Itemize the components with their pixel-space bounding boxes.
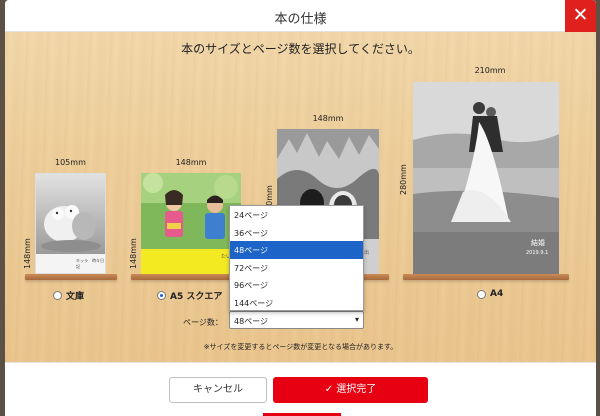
check-icon: ✓ — [324, 384, 334, 395]
a4-cover-image[interactable]: 結婚 2019.9.1 — [413, 82, 559, 274]
a5-square-option-label: A5 スクエア — [170, 292, 223, 302]
page-option[interactable]: 24ページ — [230, 206, 363, 224]
a5-square-radio-option[interactable]: A5 スクエア — [157, 289, 222, 302]
page-option[interactable]: 36ページ — [230, 224, 363, 242]
instruction-text: 本のサイズとページ数を選択してください。 — [181, 42, 420, 56]
a5-square-width-label: 148mm — [175, 158, 207, 167]
a4-radio-option[interactable]: A4 — [477, 289, 503, 299]
page-count-dropdown: 24ページ 36ページ 48ページ 72ページ 96ページ 144ページ — [229, 205, 364, 311]
a4-cover-subtext: 2019.9.1 — [526, 250, 549, 256]
bunko-cover-text: キッラ 時々日記 — [76, 258, 104, 269]
close-icon: ✕ — [572, 4, 589, 26]
cancel-button[interactable]: キャンセル — [169, 377, 267, 403]
bunko-option-label: 文庫 — [66, 292, 85, 302]
page-option-selected[interactable]: 48ページ — [230, 241, 363, 259]
wood-panel: 本のサイズとページ数を選択してください。 105mm 148mm キッラ 時々日… — [5, 32, 596, 362]
close-button[interactable]: ✕ — [565, 0, 596, 32]
page-count-selected-value: 48ページ — [234, 317, 269, 326]
dialog-title: 本の仕様 — [274, 12, 327, 27]
confirm-label: 選択完了 — [336, 384, 377, 395]
bunko-radio-option[interactable]: 文庫 — [53, 289, 84, 302]
page-option[interactable]: 144ページ — [230, 294, 363, 312]
page-option[interactable]: 72ページ — [230, 259, 363, 277]
a5-square-cover-image[interactable]: たい — [141, 173, 241, 274]
bunko-cover-image[interactable]: キッラ 時々日記 — [35, 173, 106, 274]
a5-square-radio[interactable] — [157, 291, 166, 300]
book-spec-dialog: 本の仕様 ✕ 本のサイズとページ数を選択してください。 105mm 148mm — [5, 0, 596, 416]
a4-width-label: 210mm — [474, 66, 506, 75]
size-change-note: ※サイズを変更するとページ数が変更となる場合があります。 — [203, 343, 398, 351]
a4-height-label: 280mm — [399, 164, 408, 195]
chevron-down-icon: ▾ — [354, 315, 359, 324]
a4-radio[interactable] — [477, 289, 486, 299]
bunko-radio[interactable] — [53, 291, 62, 300]
page-count-select[interactable]: 48ページ ▾ — [229, 311, 364, 329]
a4-shelf — [403, 274, 569, 280]
a5-square-height-label: 148mm — [129, 238, 138, 269]
a4-option-label: A4 — [490, 289, 504, 299]
confirm-button[interactable]: ✓ 選択完了 — [273, 377, 428, 403]
page-option[interactable]: 96ページ — [230, 276, 363, 294]
a4-cover-text: 結婚 — [531, 239, 545, 247]
a5-width-label: 148mm — [312, 114, 344, 123]
dialog-titlebar: 本の仕様 ✕ — [5, 0, 596, 32]
bunko-width-label: 105mm — [55, 158, 86, 167]
bunko-height-label: 148mm — [23, 238, 32, 269]
bunko-shelf — [25, 274, 117, 280]
dialog-footer: キャンセル ✓ 選択完了 — [5, 362, 596, 416]
page-count-label: ページ数： — [183, 318, 223, 327]
